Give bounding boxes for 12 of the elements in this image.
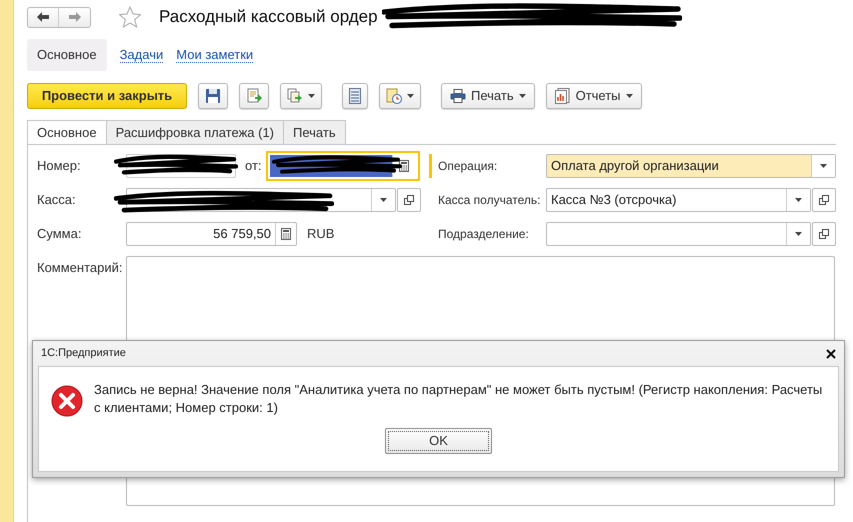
field-label: Номер: <box>37 157 82 176</box>
field-label: Касса получатель: <box>437 192 542 209</box>
date-label: от: <box>245 157 262 176</box>
field-label: Операция: <box>437 158 498 175</box>
dialog-title: 1С:Предприятие <box>41 346 126 362</box>
field-label: Касса: <box>37 191 77 210</box>
field-label: Комментарий: <box>37 259 124 277</box>
currency-label: RUB <box>307 225 334 244</box>
field-label: Подразделение: <box>437 226 530 243</box>
window-title: Расходный кассовый ордер <box>159 6 378 28</box>
field-label: Сумма: <box>37 225 82 244</box>
error-message: Запись не верна! Значение поля "Аналитика учета по партнерам" не может быть пустым! (Регистр накопления: Расчеты с клиентами; Номер строки: 1) <box>94 381 824 417</box>
